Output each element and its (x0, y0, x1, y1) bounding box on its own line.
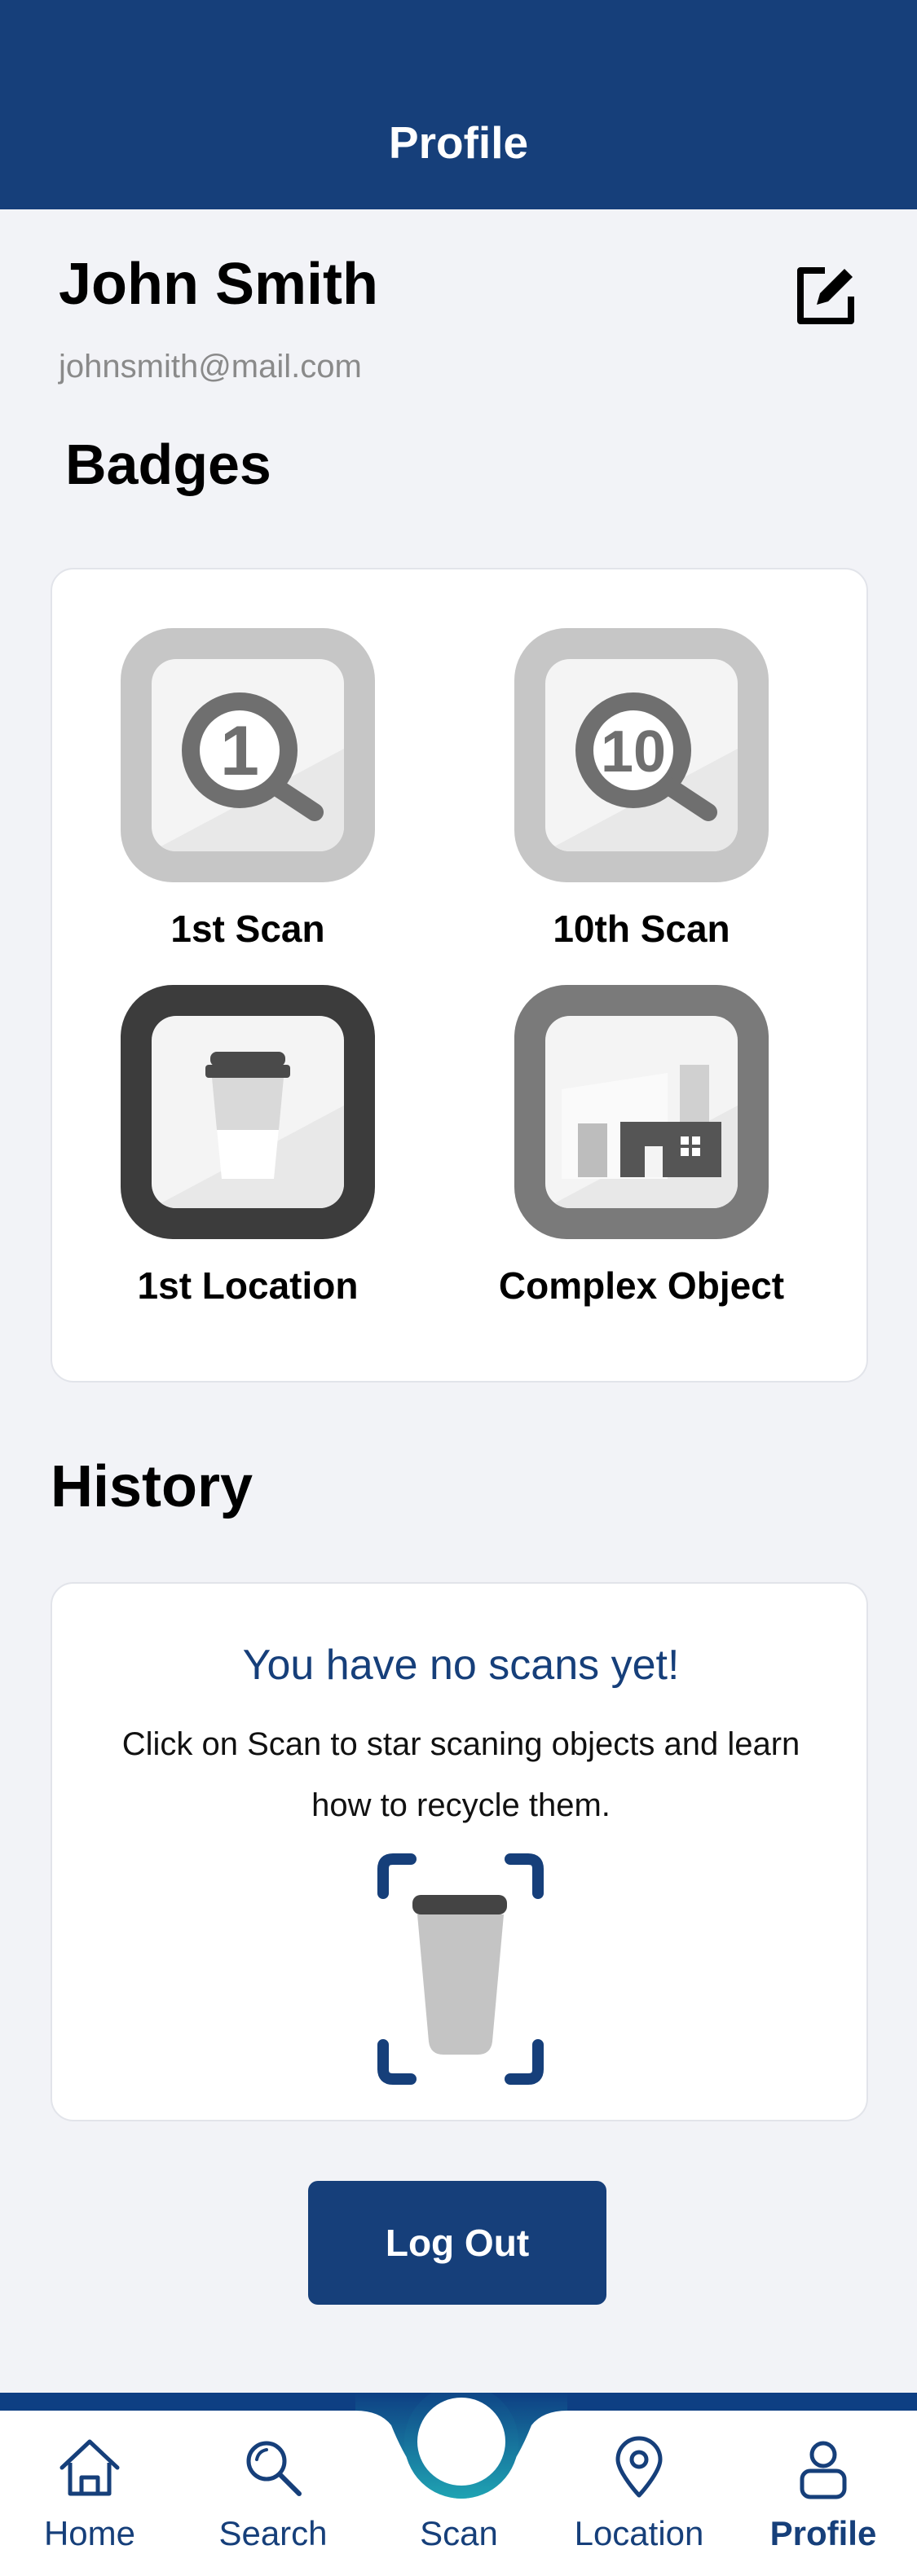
tab-label: Profile (769, 2514, 877, 2552)
tab-label: Search (218, 2514, 328, 2552)
badge-label: 1st Location (137, 1264, 359, 1307)
search-icon (246, 2441, 302, 2496)
badge-label: 10th Scan (553, 908, 730, 950)
magnifier-1-icon: 1 (152, 692, 344, 851)
badge-frame: 1 (121, 628, 375, 882)
badge-complex-object[interactable]: Complex Object (462, 985, 821, 1308)
edit-profile-button[interactable] (792, 262, 859, 329)
user-name: John Smith (59, 252, 378, 317)
tab-search[interactable]: Search (183, 2411, 363, 2576)
tab-label: Home (43, 2514, 136, 2552)
badge-frame (121, 985, 375, 1239)
logout-button[interactable]: Log Out (308, 2181, 606, 2305)
tab-home[interactable]: Home (0, 2411, 179, 2576)
page-title: Profile (388, 117, 529, 168)
tab-location[interactable]: Location (549, 2411, 729, 2576)
empty-state-title: You have no scans yet! (242, 1642, 680, 1689)
edit-icon (797, 267, 854, 324)
coffee-cup-icon (152, 1052, 344, 1208)
badge-1st-scan[interactable]: 1 1st Scan (68, 628, 427, 951)
badge-number: 10 (601, 719, 666, 785)
app-header: Profile (0, 0, 917, 209)
tab-profile[interactable]: Profile (734, 2411, 913, 2576)
scan-cup-illustration (377, 1853, 544, 2085)
empty-state-text: Click on Scan to star scaning objects an… (121, 1726, 800, 1823)
badge-frame (514, 985, 769, 1239)
factory-icon (545, 1065, 738, 1208)
badge-10th-scan[interactable]: 10 10th Scan (462, 628, 821, 951)
tab-label: Location (574, 2514, 704, 2552)
magnifier-10-icon: 10 (545, 692, 738, 851)
badge-label: 1st Scan (170, 908, 325, 950)
location-pin-icon (615, 2436, 663, 2498)
user-icon (800, 2441, 847, 2499)
badge-frame: 10 (514, 628, 769, 882)
history-card: You have no scans yet! Click on Scan to … (51, 1582, 868, 2121)
badges-heading: Badges (65, 433, 271, 496)
scan-icon[interactable] (355, 2393, 567, 2576)
home-icon (60, 2439, 120, 2496)
badges-card: 1 1st Scan 10 10th Scan 1st Location Com… (51, 568, 868, 1383)
history-heading: History (51, 1454, 253, 1519)
badge-label: Complex Object (498, 1264, 785, 1307)
badge-number: 1 (220, 712, 259, 790)
badge-1st-location[interactable]: 1st Location (68, 985, 427, 1308)
user-email: johnsmith@mail.com (59, 349, 362, 385)
